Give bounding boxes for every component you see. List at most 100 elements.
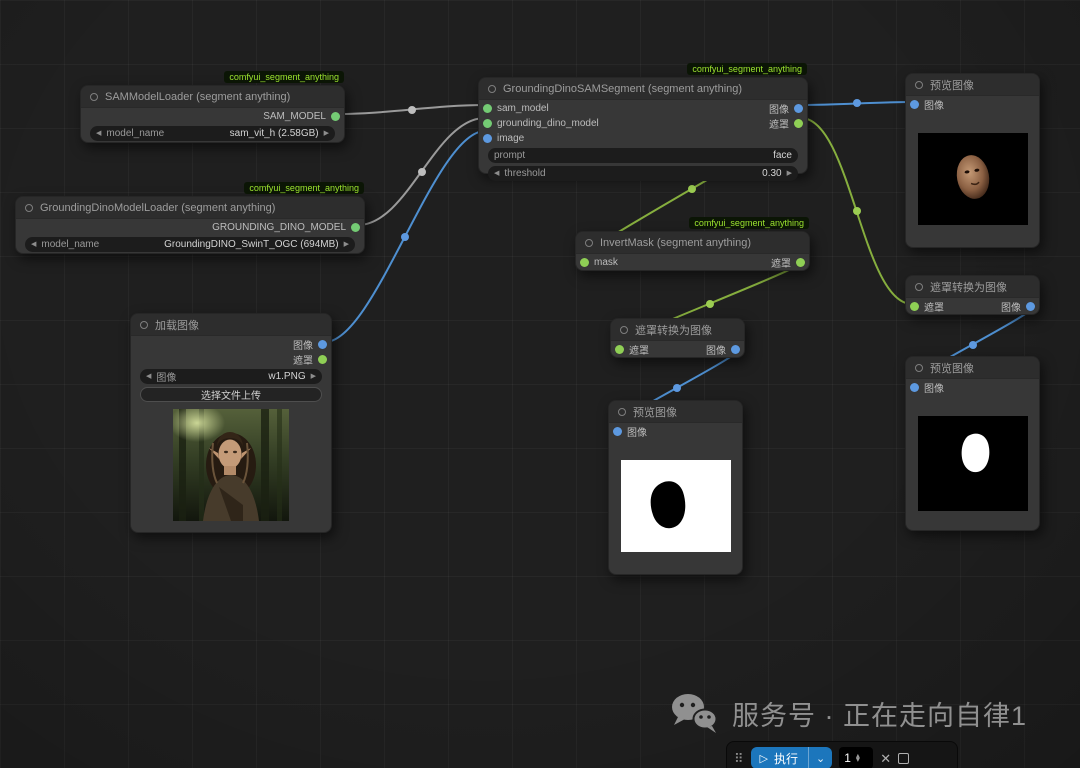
output-slot-label: 图像 xyxy=(706,342,726,357)
link-midpoint-dot[interactable] xyxy=(853,99,861,107)
input-slot-image[interactable] xyxy=(613,427,622,436)
drag-handle-icon[interactable]: ⠿ xyxy=(734,752,744,765)
input-slot-image[interactable] xyxy=(483,134,492,143)
combo-label: 图像 xyxy=(156,369,176,384)
link-midpoint-dot[interactable] xyxy=(401,233,409,241)
output-slot-label: 图像 xyxy=(293,337,313,352)
node-title-bar[interactable]: GroundingDinoSAMSegment (segment anythin… xyxy=(479,78,807,100)
input-slot-grounding-dino-model[interactable] xyxy=(483,119,492,128)
output-slot-label: GROUNDING_DINO_MODEL xyxy=(212,222,346,233)
input-slot-label: sam_model xyxy=(497,103,549,114)
output-slot-mask[interactable] xyxy=(796,258,805,267)
input-slot-mask[interactable] xyxy=(910,302,919,311)
collapse-icon[interactable] xyxy=(90,93,98,101)
node-invert-mask[interactable]: comfyui_segment_anything InvertMask (seg… xyxy=(575,231,810,271)
input-slot-sam-model[interactable] xyxy=(483,104,492,113)
node-title-bar[interactable]: InvertMask (segment anything) xyxy=(576,232,809,254)
batch-count-value: 1 xyxy=(844,751,851,765)
combo-left-arrow-icon[interactable]: ◀ xyxy=(31,241,36,248)
node-mask-to-image-center[interactable]: 遮罩转换为图像 遮罩 图像 xyxy=(610,318,745,358)
combo-right-arrow-icon[interactable]: ▶ xyxy=(311,373,316,380)
decrement-icon[interactable]: ▾ xyxy=(856,758,860,762)
link-midpoint-dot[interactable] xyxy=(688,185,696,193)
output-slot-label: SAM_MODEL xyxy=(263,111,326,122)
collapse-icon[interactable] xyxy=(915,81,923,89)
run-button[interactable]: ▷ 执行 ⌄ xyxy=(751,747,833,768)
collapse-icon[interactable] xyxy=(620,326,628,334)
node-preview-image-bottom-right[interactable]: 预览图像 图像 xyxy=(905,356,1040,531)
node-graph-canvas[interactable]: comfyui_segment_anything SAMModelLoader … xyxy=(0,0,1080,768)
output-slot-image[interactable] xyxy=(1026,302,1035,311)
link-midpoint-dot[interactable] xyxy=(418,168,426,176)
node-sam-model-loader[interactable]: comfyui_segment_anything SAMModelLoader … xyxy=(80,85,345,143)
collapse-icon[interactable] xyxy=(585,239,593,247)
upload-file-button-label: 选择文件上传 xyxy=(201,387,261,402)
interrupt-icon[interactable] xyxy=(898,753,909,764)
model-name-combo[interactable]: ◀ model_name GroundingDINO_SwinT_OGC (69… xyxy=(25,237,355,252)
node-title: GroundingDinoModelLoader (segment anythi… xyxy=(40,202,275,214)
node-preview-image-top-right[interactable]: 预览图像 图像 xyxy=(905,73,1040,248)
node-badge: comfyui_segment_anything xyxy=(224,71,344,83)
play-icon: ▷ xyxy=(760,752,768,765)
input-slot-image[interactable] xyxy=(910,383,919,392)
collapse-icon[interactable] xyxy=(488,85,496,93)
output-slot-sam-model[interactable] xyxy=(331,112,340,121)
watermark: 服务号 · 正在走向自律1 xyxy=(670,692,1027,734)
number-right-arrow-icon[interactable]: ▶ xyxy=(787,170,792,177)
batch-count-stepper[interactable]: 1 ▴ ▾ xyxy=(839,747,873,768)
node-title-bar[interactable]: 预览图像 xyxy=(906,357,1039,379)
collapse-icon[interactable] xyxy=(140,321,148,329)
number-left-arrow-icon[interactable]: ◀ xyxy=(494,170,499,177)
prompt-text-field[interactable]: prompt face xyxy=(488,148,798,163)
output-slot-image[interactable] xyxy=(318,340,327,349)
input-slot-mask[interactable] xyxy=(580,258,589,267)
clear-queue-icon[interactable]: ✕ xyxy=(880,752,891,765)
link-midpoint-dot[interactable] xyxy=(673,384,681,392)
node-title-bar[interactable]: GroundingDinoModelLoader (segment anythi… xyxy=(16,197,364,219)
threshold-label: threshold xyxy=(504,168,545,179)
input-slot-mask[interactable] xyxy=(615,345,624,354)
collapse-icon[interactable] xyxy=(915,283,923,291)
link-midpoint-dot[interactable] xyxy=(969,341,977,349)
node-title: GroundingDinoSAMSegment (segment anythin… xyxy=(503,83,742,95)
combo-value: GroundingDINO_SwinT_OGC (694MB) xyxy=(164,239,339,250)
link-midpoint-dot[interactable] xyxy=(408,106,416,114)
combo-left-arrow-icon[interactable]: ◀ xyxy=(146,373,151,380)
combo-label: model_name xyxy=(41,239,99,250)
node-load-image[interactable]: 加载图像 图像 遮罩 ◀ 图像 w1.PNG ▶ 选择文件上传 xyxy=(130,313,332,533)
node-preview-image-center[interactable]: 预览图像 图像 xyxy=(608,400,743,575)
image-file-combo[interactable]: ◀ 图像 w1.PNG ▶ xyxy=(140,369,322,384)
collapse-icon[interactable] xyxy=(618,408,626,416)
node-title: 遮罩转换为图像 xyxy=(930,279,1007,295)
output-slot-mask[interactable] xyxy=(794,119,803,128)
threshold-number-widget[interactable]: ◀ threshold 0.30 ▶ xyxy=(488,166,798,181)
node-title-bar[interactable]: 遮罩转换为图像 xyxy=(611,319,744,341)
link-midpoint-dot[interactable] xyxy=(706,300,714,308)
input-slot-image[interactable] xyxy=(910,100,919,109)
combo-right-arrow-icon[interactable]: ▶ xyxy=(344,241,349,248)
output-slot-image[interactable] xyxy=(794,104,803,113)
node-title-bar[interactable]: 预览图像 xyxy=(609,401,742,423)
collapse-icon[interactable] xyxy=(915,364,923,372)
node-title-bar[interactable]: 预览图像 xyxy=(906,74,1039,96)
node-mask-to-image-right[interactable]: 遮罩转换为图像 遮罩 图像 xyxy=(905,275,1040,315)
output-slot-label: 图像 xyxy=(769,101,789,116)
upload-file-button[interactable]: 选择文件上传 xyxy=(140,387,322,402)
output-slot-grounding-dino-model[interactable] xyxy=(351,223,360,232)
node-badge: comfyui_segment_anything xyxy=(244,182,364,194)
node-title-bar[interactable]: 遮罩转换为图像 xyxy=(906,276,1039,298)
output-slot-image[interactable] xyxy=(731,345,740,354)
collapse-icon[interactable] xyxy=(25,204,33,212)
link-midpoint-dot[interactable] xyxy=(853,207,861,215)
node-grounding-dino-sam-segment[interactable]: comfyui_segment_anything GroundingDinoSA… xyxy=(478,77,808,174)
model-name-combo[interactable]: ◀ model_name sam_vit_h (2.58GB) ▶ xyxy=(90,126,335,141)
node-grounding-dino-model-loader[interactable]: comfyui_segment_anything GroundingDinoMo… xyxy=(15,196,365,254)
node-title: 预览图像 xyxy=(633,404,677,420)
node-title-bar[interactable]: 加载图像 xyxy=(131,314,331,336)
output-slot-label: 遮罩 xyxy=(769,116,789,131)
combo-left-arrow-icon[interactable]: ◀ xyxy=(96,130,101,137)
chevron-down-icon[interactable]: ⌄ xyxy=(808,747,832,768)
combo-right-arrow-icon[interactable]: ▶ xyxy=(324,130,329,137)
node-title-bar[interactable]: SAMModelLoader (segment anything) xyxy=(81,86,344,108)
output-slot-mask[interactable] xyxy=(318,355,327,364)
